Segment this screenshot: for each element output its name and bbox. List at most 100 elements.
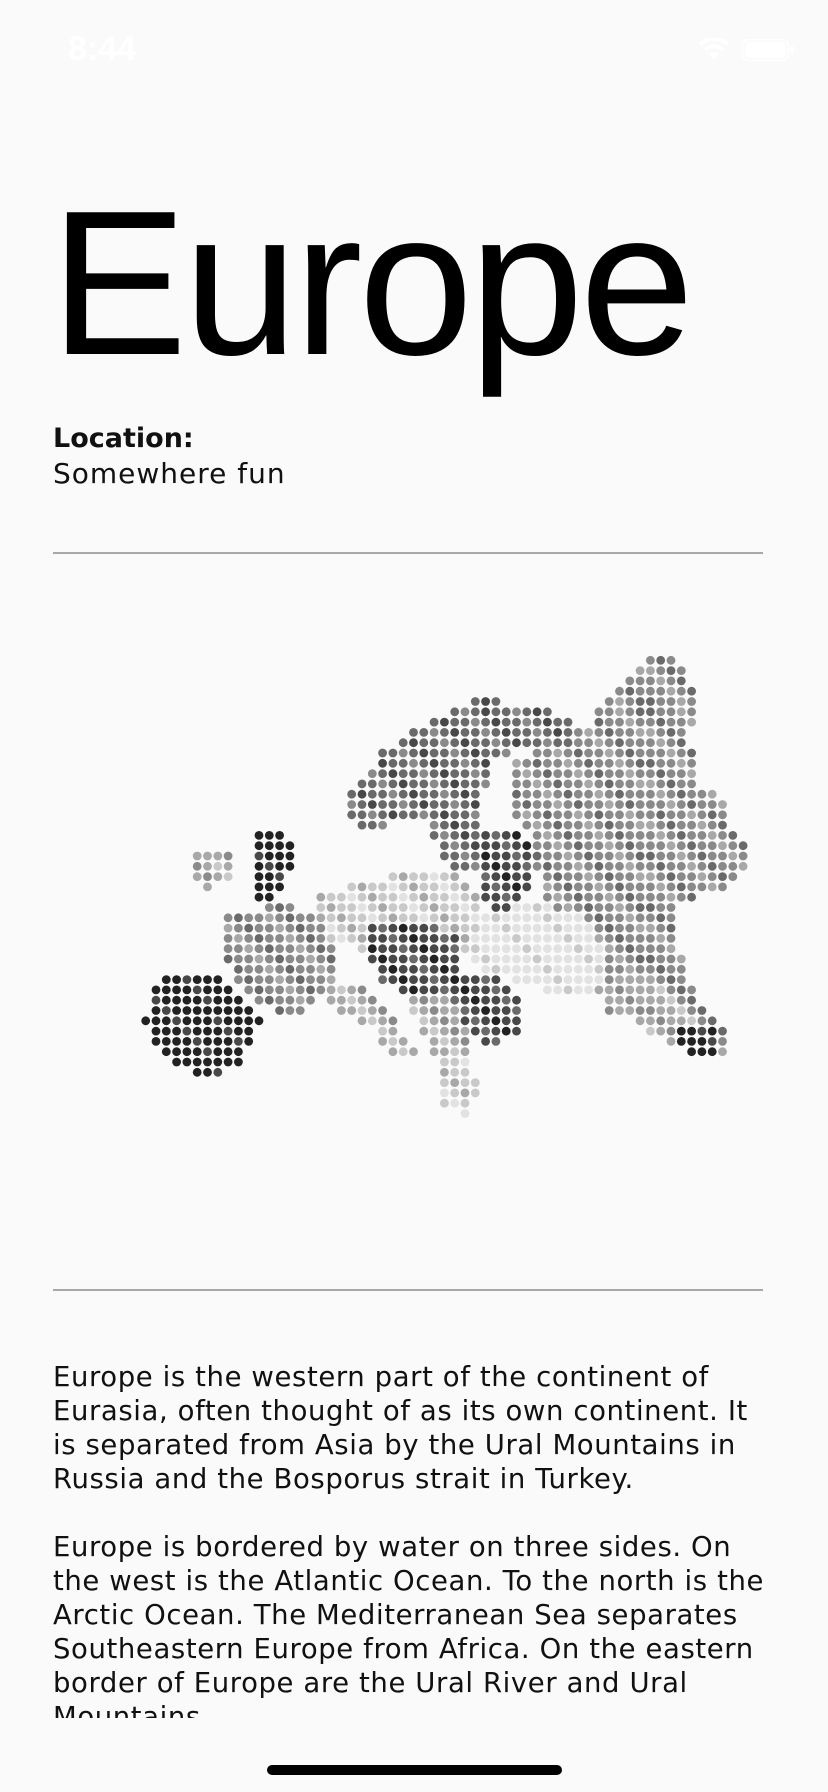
map-dot (543, 882, 552, 892)
map-dot (440, 985, 449, 995)
map-dot (543, 738, 552, 748)
map-dot (388, 882, 398, 892)
map-dot (656, 872, 666, 881)
map-dot (676, 851, 686, 861)
map-dot (666, 697, 676, 706)
map-dot (378, 934, 387, 943)
map-dot (512, 800, 521, 809)
map-dot (378, 964, 387, 974)
map-dot (460, 779, 470, 789)
map-dot (398, 810, 408, 820)
map-dot (450, 769, 460, 778)
map-dot (676, 872, 686, 881)
map-dot (646, 758, 655, 768)
map-dot (491, 738, 501, 748)
map-dot (687, 789, 696, 799)
map-dot (604, 995, 614, 1005)
map-dot (656, 831, 666, 840)
map-dot (398, 934, 408, 943)
map-dot (666, 851, 676, 861)
map-dot (584, 728, 593, 737)
map-dot (625, 954, 635, 964)
map-dot (604, 738, 614, 748)
map-dot (532, 861, 542, 871)
map-dot (429, 923, 439, 933)
map-dot (625, 707, 635, 717)
map-dot (429, 810, 439, 820)
map-dot (512, 944, 521, 954)
map-dot (697, 882, 707, 892)
map-dot (460, 1057, 470, 1067)
map-dot (275, 882, 284, 892)
map-dot (573, 975, 583, 984)
map-dot (450, 841, 460, 851)
map-dot (666, 728, 676, 737)
map-dot (553, 800, 563, 809)
map-dot (501, 882, 511, 892)
map-dot (532, 913, 542, 923)
map-dot (625, 944, 635, 954)
map-dot (450, 903, 460, 912)
map-dot (584, 851, 593, 861)
map-dot (635, 717, 645, 727)
map-dot (429, 995, 439, 1005)
map-dot (254, 913, 264, 923)
map-dot (604, 872, 614, 881)
map-dot (512, 934, 521, 943)
map-dot (604, 697, 614, 706)
map-dot (285, 934, 295, 943)
map-dot (460, 831, 470, 840)
map-dot (532, 831, 542, 840)
map-dot (223, 861, 233, 871)
map-dot (584, 758, 593, 768)
map-dot (306, 934, 315, 943)
map-dot (676, 707, 686, 717)
map-dot (666, 1016, 676, 1026)
map-dot (450, 738, 460, 748)
map-dot (388, 892, 398, 902)
map-dot (635, 789, 645, 799)
map-dot (635, 769, 645, 778)
map-dot (604, 800, 614, 809)
map-dot (409, 995, 418, 1005)
page-title: Europe (50, 168, 694, 398)
map-dot (553, 831, 563, 840)
map-dot (553, 789, 563, 799)
map-dot (676, 697, 686, 706)
map-dot (161, 1047, 171, 1057)
map-dot (419, 800, 429, 809)
map-dot (450, 882, 460, 892)
map-dot (584, 841, 593, 851)
home-indicator[interactable] (267, 1765, 562, 1775)
map-dot (223, 1047, 233, 1057)
map-dot (512, 913, 521, 923)
map-dot (295, 923, 305, 933)
map-dot (697, 810, 707, 820)
map-dot (192, 1016, 202, 1026)
map-dot (450, 1067, 460, 1077)
map-dot (491, 975, 501, 984)
map-dot (646, 944, 655, 954)
map-dot (501, 954, 511, 964)
map-dot (615, 738, 624, 748)
map-dot (367, 810, 377, 820)
map-dot (326, 995, 336, 1005)
map-dot (666, 831, 676, 840)
map-dot (460, 1016, 470, 1026)
map-dot (161, 1016, 171, 1026)
map-dot (543, 810, 552, 820)
map-dot (501, 707, 511, 717)
map-dot (738, 861, 748, 871)
map-dot (460, 851, 470, 861)
map-dot (491, 851, 501, 861)
map-dot (646, 923, 655, 933)
map-dot (275, 975, 284, 984)
map-dot (543, 975, 552, 984)
map-dot (594, 872, 604, 881)
map-dot (151, 985, 161, 995)
map-dot (594, 903, 604, 912)
map-dot (285, 861, 295, 871)
map-dot (676, 1026, 686, 1036)
map-dot (388, 954, 398, 964)
map-dot (470, 779, 480, 789)
